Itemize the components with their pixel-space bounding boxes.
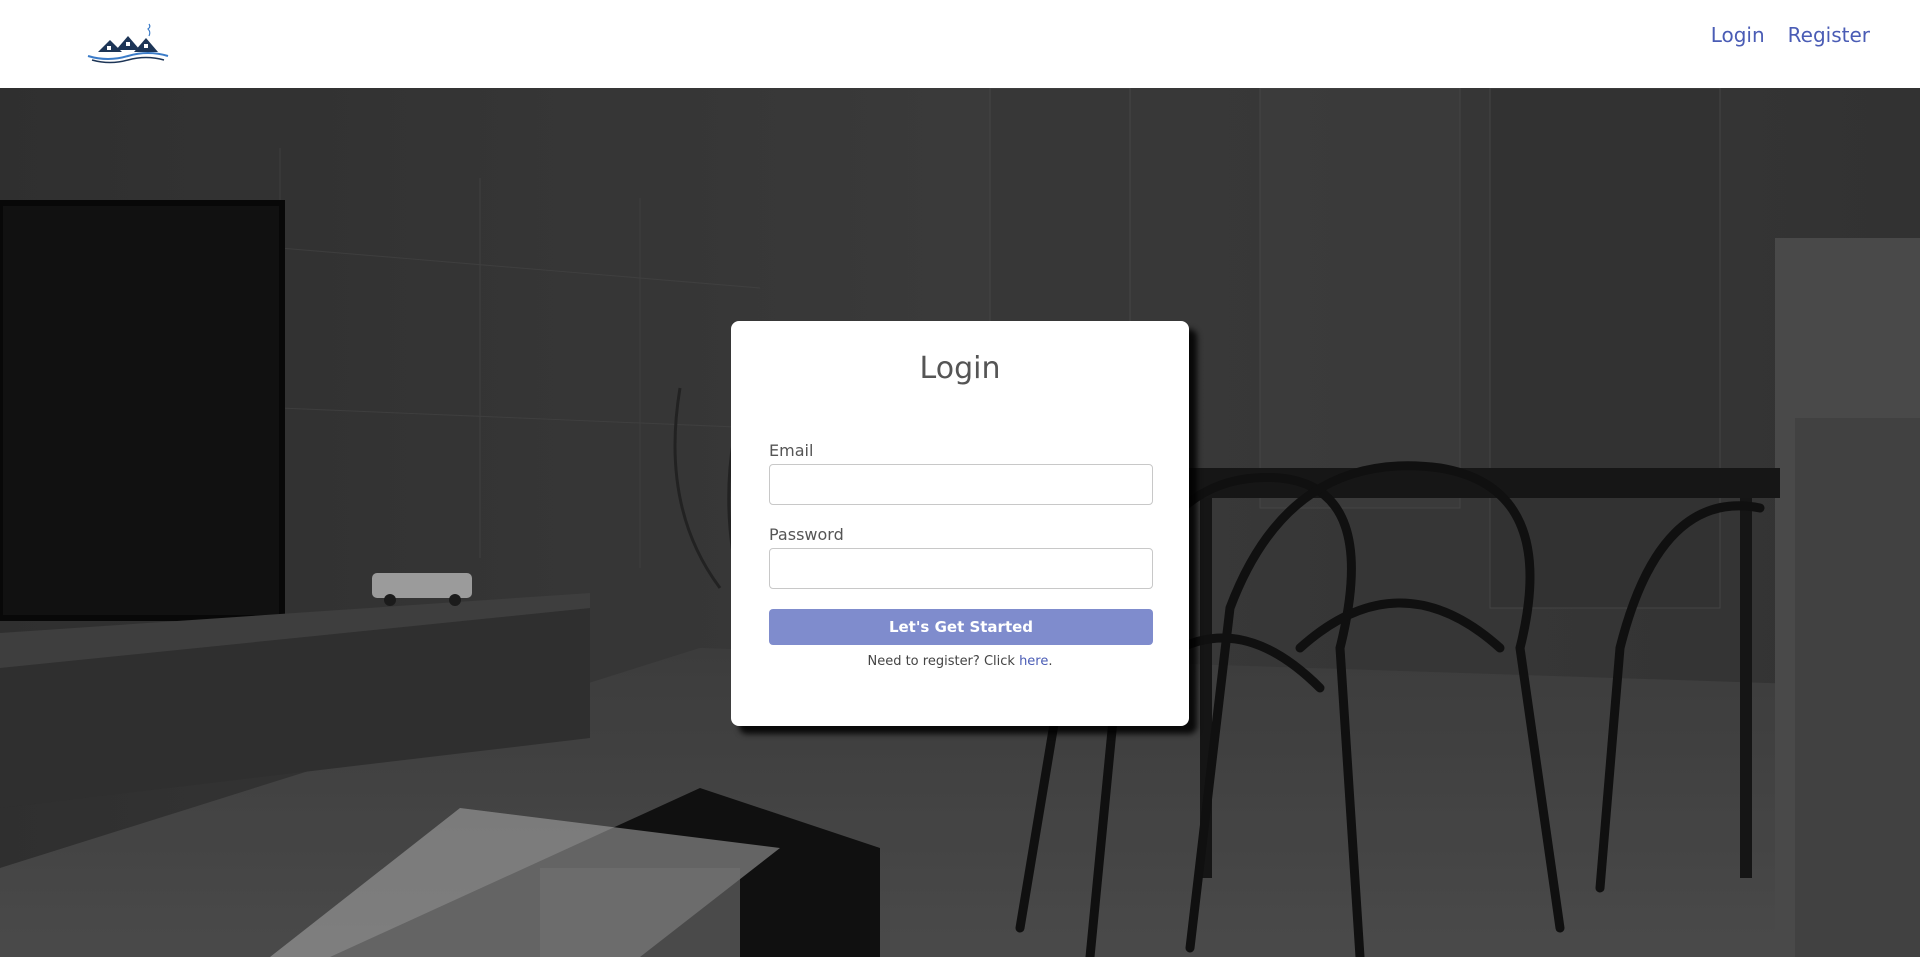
register-suffix-text: .: [1048, 654, 1053, 669]
email-label: Email: [769, 441, 814, 460]
register-here-link[interactable]: here: [1019, 654, 1048, 669]
register-prompt-text: Need to register? Click: [867, 654, 1020, 669]
login-title: Login: [919, 351, 1001, 386]
houses-logo-icon: [87, 23, 169, 64]
get-started-button[interactable]: Let's Get Started: [769, 609, 1153, 645]
password-label: Password: [769, 525, 844, 544]
email-input[interactable]: [769, 464, 1153, 505]
login-card: Login Email Password Let's Get Started N…: [731, 321, 1189, 726]
nav-links: Login Register: [1711, 21, 1870, 49]
password-input[interactable]: [769, 548, 1153, 589]
nav-register-link[interactable]: Register: [1788, 21, 1870, 49]
brand-logo[interactable]: [86, 22, 170, 66]
nav-login-link[interactable]: Login: [1711, 21, 1765, 49]
register-hint: Need to register? Click here.: [769, 654, 1151, 669]
top-navbar: Login Register: [0, 0, 1920, 88]
